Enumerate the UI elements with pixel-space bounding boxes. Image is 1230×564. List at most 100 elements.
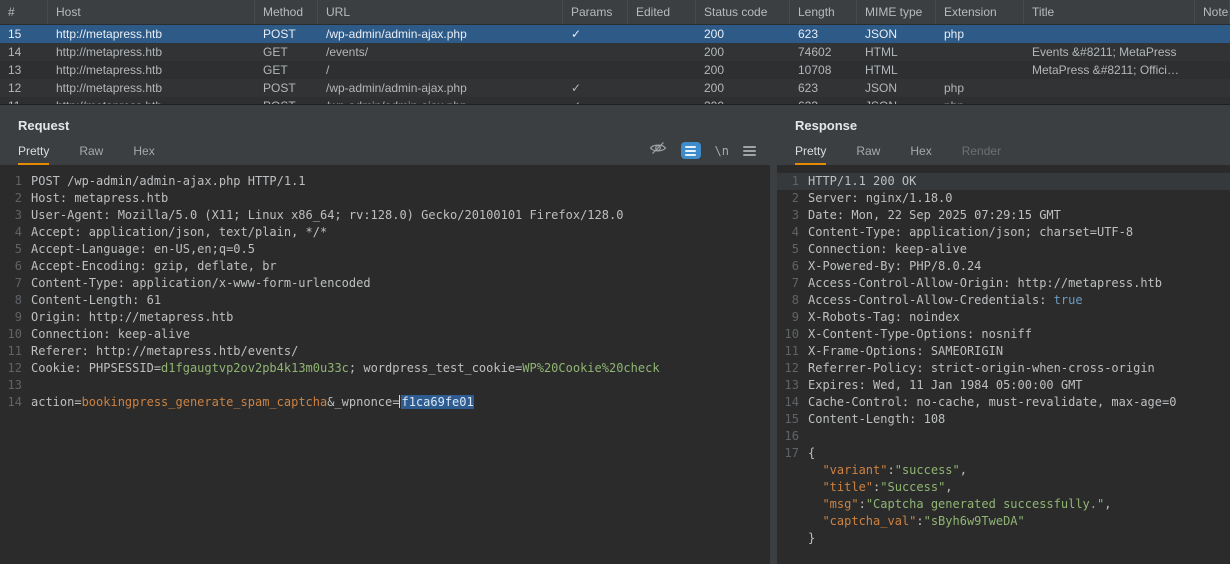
table-body: 15http://metapress.htbPOST/wp-admin/admi… — [0, 25, 1230, 105]
code-line: 7Content-Type: application/x-www-form-ur… — [0, 275, 770, 292]
column-header-method[interactable]: Method — [255, 0, 318, 24]
line-number: 4 — [777, 224, 808, 241]
code-line: "variant":"success", — [777, 462, 1230, 479]
request-editor[interactable]: 1POST /wp-admin/admin-ajax.php HTTP/1.12… — [0, 165, 770, 564]
code-token: ; wordpress_test_cookie= — [349, 361, 522, 375]
column-header-mime[interactable]: MIME type — [857, 0, 936, 24]
column-header-status[interactable]: Status code — [696, 0, 790, 24]
cell-status: 200 — [696, 43, 790, 61]
code-text: POST /wp-admin/admin-ajax.php HTTP/1.1 — [31, 173, 306, 190]
code-line: "msg":"Captcha generated successfully.", — [777, 496, 1230, 513]
cell-host: http://metapress.htb — [48, 43, 255, 61]
code-token: } — [808, 531, 815, 545]
editor-menu-icon[interactable] — [743, 146, 756, 156]
code-text: Connection: keep-alive — [808, 241, 967, 258]
code-line: "captcha_val":"sByh6w9TweDA" — [777, 513, 1230, 530]
line-number: 17 — [777, 445, 808, 462]
code-line: 4Accept: application/json, text/plain, *… — [0, 224, 770, 241]
cell-edited — [628, 25, 696, 43]
code-text: Content-Type: application/json; charset=… — [808, 224, 1133, 241]
newline-toggle-icon[interactable]: \n — [715, 144, 729, 158]
line-number — [777, 479, 808, 496]
code-token: "msg" — [822, 497, 858, 511]
line-number: 14 — [777, 394, 808, 411]
cell-url: /events/ — [318, 43, 563, 61]
cell-edited — [628, 61, 696, 79]
code-token: , — [945, 480, 952, 494]
table-row[interactable]: 12http://metapress.htbPOST/wp-admin/admi… — [0, 79, 1230, 97]
code-token — [808, 514, 822, 528]
hide-icon[interactable] — [649, 141, 667, 160]
pretty-print-toggle-icon[interactable] — [681, 142, 701, 159]
code-line: 7Access-Control-Allow-Origin: http://met… — [777, 275, 1230, 292]
tab-raw[interactable]: Raw — [79, 144, 103, 165]
cell-status: 200 — [696, 97, 790, 105]
cell-status: 200 — [696, 25, 790, 43]
cell-mime: JSON — [857, 79, 936, 97]
code-line: 11X-Frame-Options: SAMEORIGIN — [777, 343, 1230, 360]
line-number: 16 — [777, 428, 808, 445]
cell-method: GET — [255, 43, 318, 61]
code-line: 9X-Robots-Tag: noindex — [777, 309, 1230, 326]
code-text: "captcha_val":"sByh6w9TweDA" — [808, 513, 1025, 530]
column-header-title[interactable]: Title — [1024, 0, 1195, 24]
cell-edited — [628, 79, 696, 97]
column-header-notes[interactable]: Notes — [1195, 0, 1230, 24]
line-number: 7 — [0, 275, 31, 292]
code-line: 16 — [777, 428, 1230, 445]
response-editor[interactable]: 1HTTP/1.1 200 OK2Server: nginx/1.18.03Da… — [777, 165, 1230, 564]
column-header-host[interactable]: Host — [48, 0, 255, 24]
response-tabs: Pretty Raw Hex Render — [795, 144, 1031, 165]
panel-splitter[interactable] — [770, 105, 777, 564]
column-header-edited[interactable]: Edited — [628, 0, 696, 24]
cell-mime: JSON — [857, 25, 936, 43]
code-token: POST /wp-admin/admin-ajax.php HTTP/1.1 — [31, 174, 306, 188]
cell-host: http://metapress.htb — [48, 97, 255, 105]
code-text: Accept-Encoding: gzip, deflate, br — [31, 258, 277, 275]
tab-hex[interactable]: Hex — [910, 144, 931, 165]
table-row[interactable]: 14http://metapress.htbGET/events/2007460… — [0, 43, 1230, 61]
cell-url: / — [318, 61, 563, 79]
cell-method: GET — [255, 61, 318, 79]
code-text: HTTP/1.1 200 OK — [808, 173, 916, 190]
code-line: 11Referer: http://metapress.htb/events/ — [0, 343, 770, 360]
code-text: } — [808, 530, 815, 547]
cell-extension: php — [936, 97, 1024, 105]
column-header-extension[interactable]: Extension — [936, 0, 1024, 24]
code-text: action=bookingpress_generate_spam_captch… — [31, 394, 474, 411]
column-header-url[interactable]: URL — [318, 0, 563, 24]
request-panel: Request PrettyRawHex \n 1POST /wp-admin/… — [0, 105, 770, 564]
line-number: 9 — [0, 309, 31, 326]
table-row[interactable]: 15http://metapress.htbPOST/wp-admin/admi… — [0, 25, 1230, 43]
tab-hex[interactable]: Hex — [133, 144, 154, 165]
cell-num: 12 — [0, 79, 48, 97]
code-token: Access-Control-Allow-Credentials: — [808, 293, 1054, 307]
line-number: 6 — [0, 258, 31, 275]
code-text: Content-Length: 108 — [808, 411, 945, 428]
cell-title: MetaPress &#8211; Offici… — [1024, 61, 1195, 79]
line-number: 2 — [777, 190, 808, 207]
line-number: 14 — [0, 394, 31, 411]
code-line: 5Connection: keep-alive — [777, 241, 1230, 258]
code-text: "variant":"success", — [808, 462, 967, 479]
column-header-length[interactable]: Length — [790, 0, 857, 24]
code-text: "msg":"Captcha generated successfully.", — [808, 496, 1111, 513]
tab-pretty[interactable]: Pretty — [795, 144, 826, 165]
tab-pretty[interactable]: Pretty — [18, 144, 49, 165]
tab-raw[interactable]: Raw — [856, 144, 880, 165]
code-token: Cookie: PHPSESSID= — [31, 361, 161, 375]
column-header-num[interactable]: # — [0, 0, 48, 24]
code-text: Content-Type: application/x-www-form-url… — [31, 275, 371, 292]
line-number: 1 — [777, 173, 808, 190]
table-row[interactable]: 13http://metapress.htbGET/20010708HTMLMe… — [0, 61, 1230, 79]
code-token: , — [960, 463, 967, 477]
code-token: Content-Length: 61 — [31, 293, 161, 307]
line-number: 11 — [0, 343, 31, 360]
cell-extension: php — [936, 79, 1024, 97]
cell-params — [563, 61, 628, 79]
table-row[interactable]: 11http://metapress.htbPOST/wp-admin/admi… — [0, 97, 1230, 105]
tab-render: Render — [962, 144, 1001, 165]
column-header-params[interactable]: Params — [563, 0, 628, 24]
code-token: Expires: Wed, 11 Jan 1984 05:00:00 GMT — [808, 378, 1083, 392]
code-token: true — [1054, 293, 1083, 307]
